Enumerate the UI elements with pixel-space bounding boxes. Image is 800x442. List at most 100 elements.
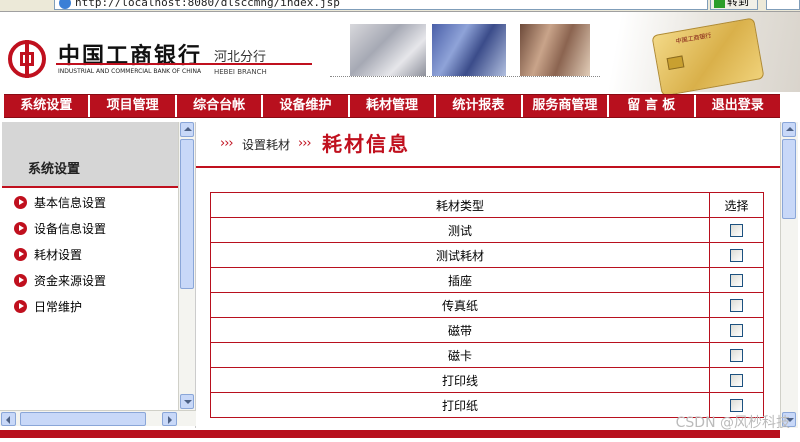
sidebar-item-label: 资金来源设置 [34,273,107,288]
header-rule [56,63,312,65]
scroll-up-button[interactable] [180,122,194,137]
scroll-left-button[interactable] [1,412,16,426]
row-checkbox[interactable] [730,249,744,262]
sidebar-item-label: 日常维护 [34,299,83,314]
row-checkbox[interactable] [730,299,744,312]
play-bullet-icon [14,195,27,209]
nav-consumables-management[interactable]: 耗材管理 [350,95,437,117]
table-row: 磁卡 [209,342,764,368]
play-bullet-icon [14,273,27,287]
address-url: http://localhost:8080/dlsccmng/index.jsp [75,0,340,9]
address-bar[interactable]: http://localhost:8080/dlsccmng/index.jsp [54,0,708,10]
scroll-up-button[interactable] [782,122,796,137]
chevron-down-icon [184,400,192,404]
sidebar-item-basic-info[interactable]: 基本信息设置 [14,192,106,212]
go-arrow-icon [714,0,725,8]
sidebar-item-label: 设备信息设置 [34,221,107,236]
row-checkbox[interactable] [730,324,744,337]
nav-project-management[interactable]: 项目管理 [90,95,177,117]
branch-name-cn: 河北分行 [214,50,267,65]
scroll-down-button[interactable] [180,394,194,409]
content-frame: ››› 设置耗材 ››› 耗材信息 耗材类型 选择 测试 测试耗材 插座 传真纸… [196,122,780,428]
chevron-left-icon [6,416,10,424]
nav-general-ledger[interactable]: 综合台帐 [177,95,264,117]
sidebar-item-daily-maintenance[interactable]: 日常维护 [14,296,82,316]
nav-service-provider-management[interactable]: 服务商管理 [523,95,610,117]
sidebar-header: 系统设置 [2,122,178,186]
row-checkbox[interactable] [730,374,744,387]
cell-select [709,367,764,393]
column-header-type: 耗材类型 [209,192,711,218]
cell-type: 插座 [209,267,711,293]
sidebar-vertical-scrollbar[interactable] [178,122,195,410]
sidebar-header-rule [2,186,178,188]
browser-address-strip: http://localhost:8080/dlsccmng/index.jsp… [0,0,800,12]
row-checkbox[interactable] [730,224,744,237]
icbc-logo-icon [8,40,46,78]
cell-select [709,242,764,268]
bank-name-cn: 中国工商银行 [58,44,203,69]
nav-system-settings[interactable]: 系统设置 [4,95,91,117]
go-button[interactable]: 转到 [710,0,758,10]
chevron-up-icon [184,127,192,131]
scroll-thumb[interactable] [782,139,796,219]
table-row: 插座 [209,267,764,293]
table-row: 磁带 [209,317,764,343]
page-icon [59,0,71,9]
chevron-up-icon [786,127,794,131]
breadcrumb: ››› 设置耗材 ››› 耗材信息 [196,122,780,168]
scroll-thumb[interactable] [180,139,194,289]
table-row: 测试 [209,217,764,243]
header-photo-machines [432,24,506,76]
bank-name-en: INDUSTRIAL AND COMMERCIAL BANK OF CHINA [58,68,202,75]
cell-select [709,217,764,243]
cell-type: 打印纸 [209,392,711,418]
hscroll-thumb[interactable] [20,412,146,426]
content-vertical-scrollbar[interactable] [780,122,798,428]
site-header: 中国工商银行 INDUSTRIAL AND COMMERCIAL BANK OF… [0,12,800,97]
sidebar-title: 系统设置 [28,162,81,177]
table-row: 测试耗材 [209,242,764,268]
chevron-right-icon [168,416,172,424]
breadcrumb-chevron-icon: ››› [298,136,312,151]
watermark: CSDN @风杪科技 [675,415,790,431]
left-sidebar-frame: 系统设置 基本信息设置 设备信息设置 耗材设置 资金来源设置 日常维护 [0,122,196,428]
sidebar-item-label: 基本信息设置 [34,195,107,210]
breadcrumb-parent[interactable]: 设置耗材 [242,136,290,153]
row-checkbox[interactable] [730,399,744,412]
play-bullet-icon [14,299,27,313]
sidebar-item-fund-source[interactable]: 资金来源设置 [14,270,106,290]
nav-message-board[interactable]: 留 言 板 [609,95,696,117]
play-bullet-icon [14,247,27,261]
consumables-table: 耗材类型 选择 测试 测试耗材 插座 传真纸 磁带 磁卡 打印线 打印纸 [209,192,764,418]
cell-type: 磁卡 [209,342,711,368]
sidebar-item-consumables[interactable]: 耗材设置 [14,244,82,264]
nav-statistical-reports[interactable]: 统计报表 [436,95,523,117]
page-title: 耗材信息 [322,132,410,156]
nav-equipment-maintenance[interactable]: 设备维护 [263,95,350,117]
header-photo-person [520,24,590,76]
nav-logout[interactable]: 退出登录 [696,95,780,117]
footer-red-bar [0,430,780,438]
links-box[interactable] [766,0,800,10]
row-checkbox[interactable] [730,349,744,362]
row-checkbox[interactable] [730,274,744,287]
cell-select [709,267,764,293]
table-header-row: 耗材类型 选择 [209,192,764,218]
main-nav: 系统设置 项目管理 综合台帐 设备维护 耗材管理 统计报表 服务商管理 留 言 … [4,94,780,118]
cell-type: 测试 [209,217,711,243]
breadcrumb-chevron-icon: ››› [220,136,234,151]
cell-type: 打印线 [209,367,711,393]
table-row: 传真纸 [209,292,764,318]
cell-type: 传真纸 [209,292,711,318]
header-photo-hands [350,24,426,76]
sidebar-item-equipment-info[interactable]: 设备信息设置 [14,218,106,238]
table-row: 打印线 [209,367,764,393]
scroll-right-button[interactable] [162,412,177,426]
sidebar-item-label: 耗材设置 [34,247,83,262]
cell-select [709,292,764,318]
cell-type: 磁带 [209,317,711,343]
branch-name-en: HEBEI BRANCH [214,68,267,76]
sidebar-horizontal-scrollbar[interactable] [0,410,196,426]
cell-type: 测试耗材 [209,242,711,268]
